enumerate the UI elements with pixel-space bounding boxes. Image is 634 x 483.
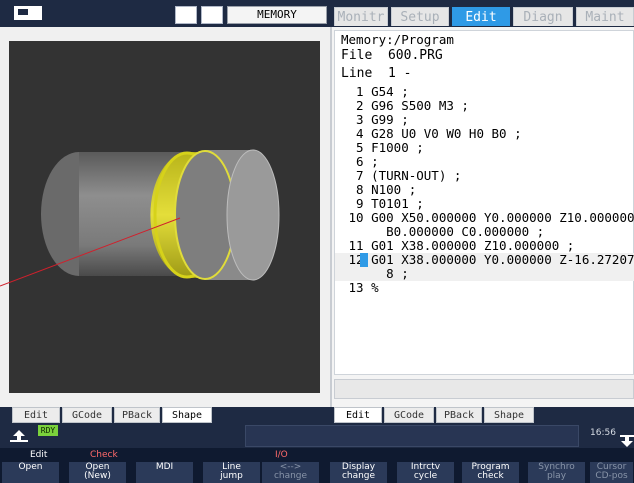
- page-down-icon[interactable]: [620, 435, 634, 447]
- right-tab-pback[interactable]: PBack: [436, 407, 482, 423]
- softkey-synchro-play[interactable]: Synchro play: [528, 462, 586, 483]
- softkey-open-new[interactable]: Open (New): [69, 462, 127, 483]
- code-line[interactable]: 2 G96 S500 M3 ;: [341, 99, 469, 113]
- code-line[interactable]: 9 T0101 ;: [341, 197, 424, 211]
- code-line[interactable]: 5 F1000 ;: [341, 141, 424, 155]
- left-tab-shape[interactable]: Shape: [162, 407, 212, 423]
- workpiece-render: [41, 149, 280, 281]
- program-editor[interactable]: Memory:/Program File 600.PRG Line 1 - 1 …: [334, 30, 634, 375]
- input-field[interactable]: [334, 379, 634, 399]
- right-tab-shape[interactable]: Shape: [484, 407, 534, 423]
- code-line[interactable]: 13 %: [341, 281, 379, 295]
- code-line[interactable]: 3 G99 ;: [341, 113, 409, 127]
- ready-indicator: RDY: [38, 425, 58, 436]
- code-line[interactable]: 4 G28 U0 V0 W0 H0 B0 ;: [341, 127, 522, 141]
- code-line[interactable]: 11 G01 X38.000000 Z10.000000 ;: [341, 239, 575, 253]
- softkey-group-edit: Edit: [30, 450, 48, 460]
- file-row: File 600.PRG: [341, 49, 443, 63]
- edit-cursor: [360, 253, 368, 267]
- code-line[interactable]: 6 ;: [341, 155, 379, 169]
- status-indicator-2: [201, 6, 223, 24]
- machine-logo-icon: [14, 6, 42, 20]
- tab-diagn[interactable]: Diagn: [513, 7, 573, 26]
- file-label: File: [341, 48, 373, 63]
- tab-setup[interactable]: Setup: [391, 7, 449, 26]
- right-tab-edit[interactable]: Edit: [334, 407, 382, 423]
- code-line[interactable]: 10 G00 X50.000000 Y0.000000 Z10.000000: [341, 211, 634, 225]
- softkey-mdi[interactable]: MDI: [136, 462, 194, 483]
- clock: 16:56: [590, 428, 616, 438]
- tab-edit[interactable]: Edit: [452, 7, 510, 26]
- code-line-current-cont[interactable]: 8 ;: [335, 267, 634, 281]
- status-indicator-1: [175, 6, 197, 24]
- code-line[interactable]: 8 N100 ;: [341, 183, 416, 197]
- left-tab-pback[interactable]: PBack: [114, 407, 160, 423]
- left-tab-edit[interactable]: Edit: [12, 407, 60, 423]
- 3d-viewport[interactable]: [9, 41, 320, 393]
- line-label: Line: [341, 66, 373, 81]
- softkey-line-jump[interactable]: Line jump: [203, 462, 261, 483]
- right-tab-gcode[interactable]: GCode: [384, 407, 434, 423]
- message-area: [245, 425, 579, 447]
- softkey-group-io: I/O: [275, 450, 288, 460]
- softkey-display-change[interactable]: Display change: [330, 462, 388, 483]
- line-value: 1 -: [387, 66, 412, 81]
- softkey-cursor-cd-pos[interactable]: Cursor CD-pos: [590, 462, 634, 483]
- softkey-open[interactable]: Open: [2, 462, 60, 483]
- left-tab-gcode[interactable]: GCode: [62, 407, 112, 423]
- file-name: 600.PRG: [387, 48, 443, 63]
- softkey-intrctv-cycle[interactable]: Intrctv cycle: [397, 462, 455, 483]
- operation-mode: MEMORY: [227, 6, 327, 24]
- tab-maint[interactable]: Maint: [576, 7, 634, 26]
- code-line[interactable]: 7 (TURN-OUT) ;: [341, 169, 461, 183]
- program-path: Memory:/Program: [341, 32, 454, 47]
- softkey-change[interactable]: <--> change: [262, 462, 320, 483]
- tab-monitr[interactable]: Monitr: [334, 7, 388, 26]
- code-line[interactable]: 1 G54 ;: [341, 85, 409, 99]
- return-up-icon[interactable]: [10, 430, 28, 442]
- code-line[interactable]: B0.000000 C0.000000 ;: [341, 225, 544, 239]
- code-line-current[interactable]: 12 G01 X38.000000 Y0.000000 Z-16.27207: [335, 253, 634, 267]
- cylinder-right-end: [226, 149, 280, 281]
- line-row: Line 1 -: [341, 67, 411, 81]
- softkey-program-check[interactable]: Program check: [462, 462, 520, 483]
- softkey-group-check: Check: [90, 450, 118, 460]
